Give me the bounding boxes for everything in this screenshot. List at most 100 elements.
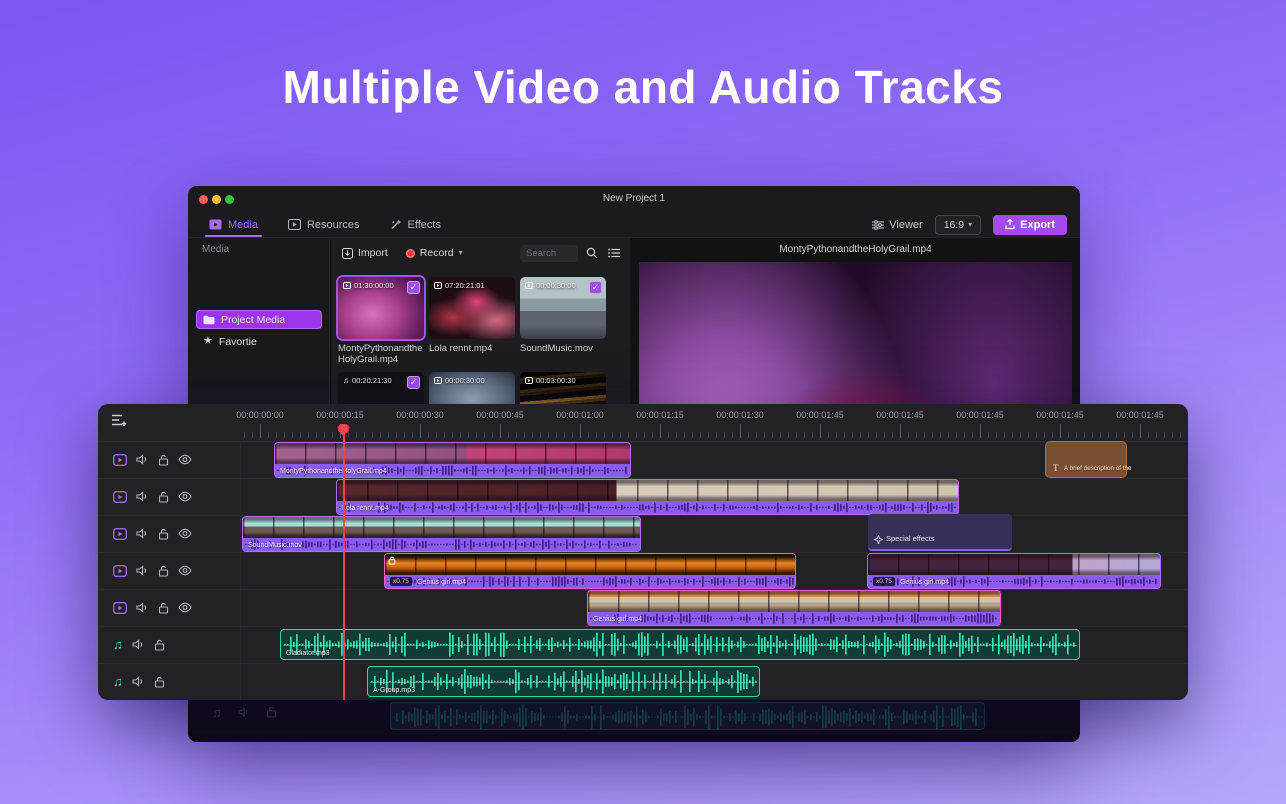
media-thumb-name: Lola rennt.mp4 — [429, 343, 517, 354]
ruler-label: 00:00:00:30 — [396, 410, 444, 420]
ruler-label: 00:00:01:45 — [956, 410, 1004, 420]
clip-label: Lola rennt.mp4 — [342, 505, 389, 512]
audio-waveform — [282, 631, 1078, 658]
speaker-icon[interactable] — [136, 527, 149, 540]
clip-duration: 00:03:00:30 — [525, 376, 576, 385]
speaker-icon[interactable] — [136, 490, 149, 503]
timeline-clip-genius-girl-1[interactable]: x0.75 Genius girl.mp4 — [385, 554, 795, 588]
tab-resources-label: Resources — [307, 219, 360, 231]
video-clip-icon — [525, 282, 533, 289]
media-thumb-lola[interactable]: 07:20:21:01 — [429, 277, 515, 339]
filmstrip — [868, 554, 1160, 575]
video-clip-icon — [434, 377, 442, 384]
eye-icon[interactable] — [178, 454, 192, 465]
timeline-clip-montypython[interactable]: MontyPythonandtheHolyGrail.mp4 — [275, 443, 630, 477]
lock-open-icon[interactable] — [158, 454, 169, 466]
search-icon — [586, 247, 598, 259]
import-icon — [342, 248, 353, 259]
checkbox-checked[interactable]: ✓ — [589, 281, 602, 294]
lock-open-icon[interactable] — [158, 602, 169, 614]
track-header-audio-2: ♫ — [98, 663, 240, 700]
sidebar-item-project-media[interactable]: Project Media — [196, 310, 322, 329]
eye-icon[interactable] — [178, 602, 192, 613]
eye-icon[interactable] — [178, 565, 192, 576]
lock-open-icon[interactable] — [158, 528, 169, 540]
audio-waveform — [369, 668, 758, 695]
music-note-icon: ♫ — [113, 675, 123, 688]
filmstrip — [243, 517, 640, 538]
sidebar-item-label: Project Media — [221, 314, 285, 326]
music-note-icon: ♫ — [343, 377, 349, 385]
import-button[interactable]: Import — [342, 247, 388, 259]
chevron-down-icon: ▾ — [459, 249, 463, 257]
viewer-button[interactable]: Viewer — [872, 219, 922, 231]
ruler-label: 00:00:01:15 — [636, 410, 684, 420]
media-thumb-montypython[interactable]: 01:30:00:00 ✓ — [338, 277, 424, 339]
timeline-clip-special-effects[interactable]: Special effects — [868, 514, 1012, 551]
tab-resources[interactable]: Resources — [284, 212, 364, 237]
clip-audio-strip — [243, 538, 640, 551]
lock-open-icon[interactable] — [158, 491, 169, 503]
timeline-clip-agroup[interactable]: A-Group.mp3 — [367, 666, 760, 697]
media-thumb-soundmusic[interactable]: 00:00:30:00 ✓ — [520, 277, 606, 339]
timeline-ruler[interactable]: 00:00:00:00 00:00:00:15 00:00:00:30 00:0… — [98, 404, 1188, 441]
track-header-audio-1: ♫ — [98, 626, 240, 663]
record-icon — [406, 249, 415, 258]
clip-duration: 01:30:00:00 — [343, 281, 394, 290]
search-box[interactable] — [520, 245, 578, 262]
search-input[interactable] — [526, 248, 572, 259]
speaker-icon[interactable] — [132, 638, 145, 651]
star-icon: ★ — [203, 336, 213, 347]
tab-effects[interactable]: Effects — [386, 212, 445, 237]
timeline-clip-text[interactable]: T A brief description of the — [1045, 441, 1127, 478]
lock-open-icon[interactable] — [158, 565, 169, 577]
tab-effects-label: Effects — [408, 219, 441, 231]
clip-label: Genius girl.mp4 — [900, 579, 949, 586]
add-track-button[interactable] — [111, 413, 127, 427]
tab-media[interactable]: Media — [205, 212, 262, 237]
speaker-icon — [238, 706, 250, 718]
speaker-icon[interactable] — [136, 453, 149, 466]
music-note-icon: ♫ — [113, 638, 123, 651]
timeline-clip-genius-girl-3[interactable]: Genius girl.mp4 — [588, 591, 1000, 625]
dim-audio-clip — [390, 702, 985, 730]
timeline-clip-lola[interactable]: Lola rennt.mp4 — [337, 480, 958, 514]
timeline-clip-soundmusic[interactable]: SoundMusic.mov — [243, 517, 640, 551]
record-button[interactable]: Record ▾ — [406, 247, 463, 259]
filmstrip — [337, 480, 958, 501]
checkbox-checked[interactable]: ✓ — [407, 281, 420, 294]
speaker-icon[interactable] — [136, 601, 149, 614]
media-icon — [209, 219, 222, 230]
lock-open-icon[interactable] — [154, 639, 165, 651]
eye-icon[interactable] — [178, 528, 192, 539]
video-track-icon — [113, 528, 127, 540]
timeline-tracks-area: ♫ ♫ MontyPythonandtheHolyGrail.mp4 T A b… — [98, 441, 1188, 700]
checkbox-checked[interactable]: ✓ — [407, 376, 420, 389]
clip-label: Genius girl.mp4 — [593, 616, 642, 623]
clip-duration: 00:00:30:00 — [525, 281, 576, 290]
list-view-button[interactable] — [608, 248, 620, 258]
eye-icon[interactable] — [178, 491, 192, 502]
window-dim-strip: ♫ — [188, 700, 1080, 742]
playhead-line — [343, 434, 345, 700]
viewer-label: Viewer — [889, 219, 922, 231]
timeline-clip-genius-girl-2[interactable]: x0.75 Genius girl.mp4 — [868, 554, 1160, 588]
aspect-ratio-select[interactable]: 16:9 ▾ — [935, 215, 981, 235]
speaker-icon[interactable] — [136, 564, 149, 577]
sidebar-item-favorite[interactable]: ★ Favortie — [196, 332, 322, 351]
music-note-icon: ♫ — [212, 706, 222, 719]
clip-label: Special effects — [886, 534, 935, 543]
export-label: Export — [1020, 219, 1055, 231]
viewer-sliders-icon — [872, 220, 884, 230]
ruler-label: 00:00:01:45 — [1116, 410, 1164, 420]
effects-icon — [390, 219, 402, 230]
media-thumb-name: SoundMusic.mov — [520, 343, 608, 354]
timeline-clip-gladiator[interactable]: Gladiator.mp3 — [280, 629, 1080, 660]
export-button[interactable]: Export — [993, 215, 1067, 235]
speaker-icon[interactable] — [132, 675, 145, 688]
lock-open-icon[interactable] — [154, 676, 165, 688]
search-button[interactable] — [586, 247, 598, 259]
video-track-icon — [113, 602, 127, 614]
speed-badge: x0.75 — [873, 577, 895, 586]
clip-label: A-Group.mp3 — [373, 687, 415, 694]
